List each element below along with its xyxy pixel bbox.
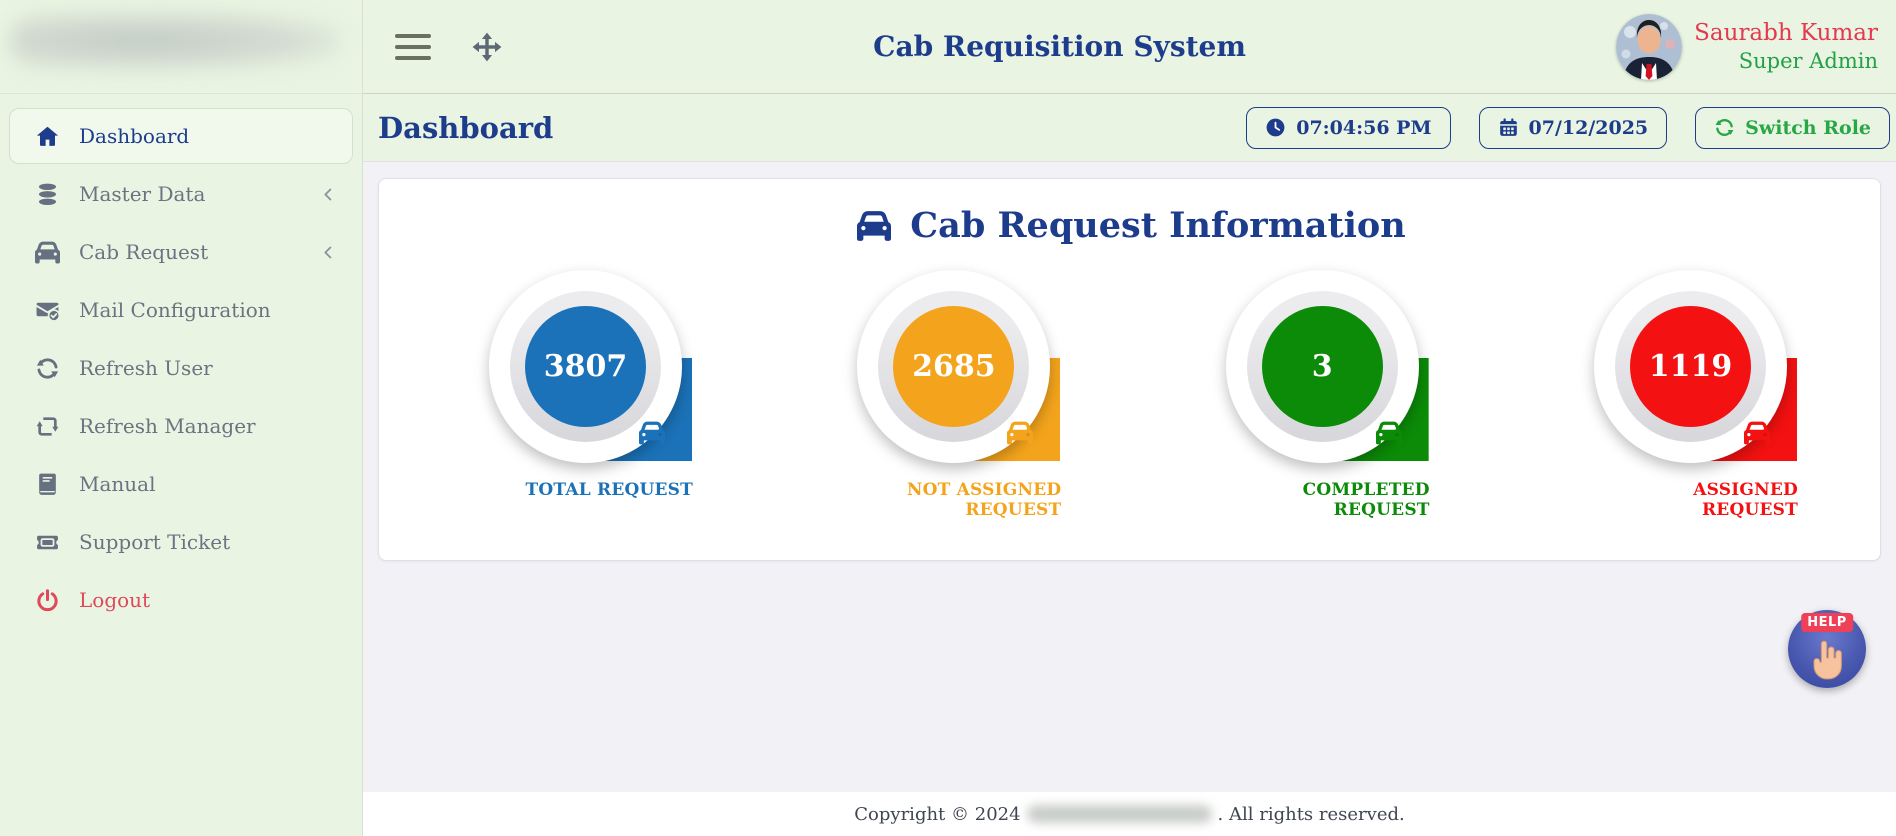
chevron-left-icon: [321, 187, 336, 202]
mail-check-icon: [32, 297, 62, 323]
sidebar-item-master-data[interactable]: Master Data: [9, 166, 353, 222]
stat-widget-completed-request: 3 COMPLETED REQUEST: [1225, 270, 1432, 521]
topbar: Cab Requisition System Saurabh Kumar Sup…: [363, 0, 1896, 94]
content-area: Cab Request Information 3807 TOTAL REQUE…: [363, 161, 1896, 792]
sidebar-item-label: Support Ticket: [79, 530, 231, 554]
card-title: Cab Request Information: [379, 205, 1880, 246]
sidebar: Dashboard Master Data Cab Request Mail C…: [0, 0, 363, 836]
sidebar-item-cab-request[interactable]: Cab Request: [9, 224, 353, 280]
value-circle: 1119: [1629, 306, 1751, 427]
sidebar-item-label: Master Data: [79, 182, 206, 206]
user-info: Saurabh Kumar Super Admin: [1694, 19, 1878, 74]
app-logo-blurred: [0, 0, 362, 94]
sidebar-item-refresh-manager[interactable]: Refresh Manager: [9, 398, 353, 454]
sidebar-item-support-ticket[interactable]: Support Ticket: [9, 514, 353, 570]
date-value: 07/12/2025: [1528, 116, 1649, 139]
chevron-left-icon: [321, 245, 336, 260]
stat-widgets-row: 3807 TOTAL REQUEST 2685 NOT ASSIGNED REQ…: [379, 246, 1880, 521]
database-icon: [32, 181, 62, 207]
stat-value: 3807: [543, 349, 628, 384]
stat-value: 3: [1311, 349, 1333, 384]
cab-request-info-card: Cab Request Information 3807 TOTAL REQUE…: [378, 178, 1881, 561]
sidebar-item-label: Refresh Manager: [79, 414, 256, 438]
help-tag: HELP: [1801, 613, 1853, 632]
app-root: Dashboard Master Data Cab Request Mail C…: [0, 0, 1896, 836]
hamburger-icon: [395, 33, 431, 38]
ticket-icon: [32, 529, 62, 555]
help-button[interactable]: HELP: [1788, 610, 1866, 688]
sidebar-item-dashboard[interactable]: Dashboard: [9, 108, 353, 164]
time-value: 07:04:56 PM: [1296, 116, 1432, 139]
value-circle: 3: [1261, 306, 1383, 427]
stat-label: COMPLETED REQUEST: [1302, 480, 1430, 521]
sidebar-item-label: Dashboard: [79, 124, 190, 148]
sidebar-item-label: Manual: [79, 472, 156, 496]
company-name-blurred: [1026, 805, 1212, 823]
car-icon: [1373, 420, 1405, 446]
hand-pointer-icon: [1806, 636, 1848, 684]
car-icon: [853, 209, 895, 243]
avatar[interactable]: [1616, 13, 1683, 80]
stat-widget-total-request: 3807 TOTAL REQUEST: [489, 270, 695, 521]
user-box: Saurabh Kumar Super Admin: [1616, 13, 1878, 80]
user-role: Super Admin: [1738, 48, 1878, 73]
sidebar-menu: Dashboard Master Data Cab Request Mail C…: [0, 94, 362, 628]
switch-role-label: Switch Role: [1745, 116, 1871, 139]
book-icon: [32, 471, 62, 497]
sidebar-item-refresh-user[interactable]: Refresh User: [9, 340, 353, 396]
car-icon: [636, 420, 668, 446]
stat-label: ASSIGNED REQUEST: [1693, 480, 1798, 521]
copyright-suffix: . All rights reserved.: [1217, 803, 1405, 825]
time-display-button[interactable]: 07:04:56 PM: [1246, 106, 1451, 149]
stat-widget-not-assigned-request: 2685 NOT ASSIGNED REQUEST: [857, 270, 1063, 521]
sidebar-item-label: Cab Request: [79, 240, 209, 264]
expand-arrows-icon: [471, 31, 503, 63]
refresh-square-icon: [32, 413, 62, 439]
sidebar-item-mail-configuration[interactable]: Mail Configuration: [9, 282, 353, 338]
copyright-prefix: Copyright © 2024: [854, 803, 1021, 825]
clock-icon: [1265, 117, 1286, 138]
page-title: Dashboard: [378, 110, 554, 145]
car-icon: [1741, 420, 1773, 446]
home-icon: [32, 123, 62, 149]
stat-widget-assigned-request: 1119 ASSIGNED REQUEST: [1593, 270, 1800, 521]
page-header-actions: 07:04:56 PM 07/12/2025 Switch Role: [1246, 106, 1890, 149]
sidebar-item-label: Mail Configuration: [79, 298, 271, 322]
sidebar-item-manual[interactable]: Manual: [9, 456, 353, 512]
stat-label: TOTAL REQUEST: [525, 480, 693, 500]
refresh-icon: [32, 355, 62, 381]
stat-value: 1119: [1648, 349, 1733, 384]
car-icon: [32, 239, 62, 265]
user-name: Saurabh Kumar: [1694, 20, 1878, 46]
value-circle: 2685: [893, 306, 1015, 427]
switch-role-button[interactable]: Switch Role: [1695, 106, 1890, 149]
logo-blur-blob: [10, 12, 340, 70]
value-circle: 3807: [525, 306, 646, 427]
app-title: Cab Requisition System: [873, 30, 1246, 63]
calendar-icon: [1498, 117, 1519, 138]
sidebar-item-label: Logout: [79, 588, 151, 612]
page-header: Dashboard 07:04:56 PM 07/12/2025 Switch …: [363, 94, 1896, 161]
main-panel: Cab Requisition System Saurabh Kumar Sup…: [363, 0, 1896, 836]
fullscreen-button[interactable]: [471, 31, 503, 63]
date-display-button[interactable]: 07/12/2025: [1478, 106, 1668, 149]
car-icon: [1004, 420, 1036, 446]
sidebar-item-label: Refresh User: [79, 356, 213, 380]
stat-value: 2685: [912, 349, 996, 384]
user-avatar-image: [1616, 13, 1683, 80]
power-icon: [32, 587, 62, 613]
menu-toggle-button[interactable]: [395, 30, 435, 64]
sidebar-item-logout[interactable]: Logout: [9, 572, 353, 628]
footer: Copyright © 2024 . All rights reserved.: [363, 792, 1896, 836]
sync-icon: [1714, 117, 1735, 138]
stat-label: NOT ASSIGNED REQUEST: [906, 480, 1062, 521]
